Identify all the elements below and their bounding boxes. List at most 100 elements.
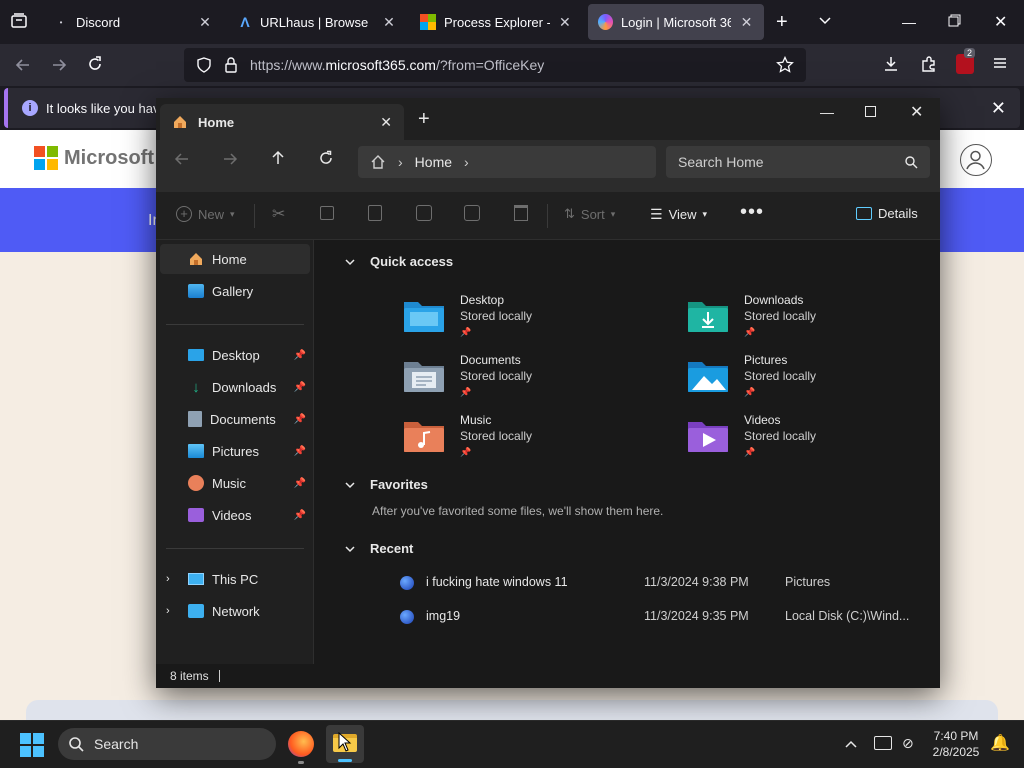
nav-item-music[interactable]: Music 📌 [160,468,310,498]
copy-icon[interactable] [320,206,334,220]
favorites-empty-text: After you've favorited some files, we'll… [372,504,664,518]
taskbar-search[interactable]: Search [58,728,276,760]
close-window-icon[interactable]: ✕ [910,102,923,122]
recent-row[interactable]: img19 11/3/2024 9:35 PM Local Disk (C:)\… [400,608,920,628]
search-input[interactable]: Search Home [666,146,930,178]
close-tab-icon[interactable]: ✕ [382,14,396,31]
chevron-up-icon[interactable] [844,737,858,751]
account-avatar-icon[interactable] [960,144,992,176]
forward-icon[interactable] [50,56,68,74]
nav-item-home[interactable]: Home [160,244,310,274]
nav-item-network[interactable]: › Network [160,596,310,626]
list-all-tabs-icon[interactable] [818,13,832,27]
quick-access-desktop[interactable]: Desktop Stored locally 📌 [402,292,532,340]
share-icon[interactable] [464,205,480,221]
nav-item-downloads[interactable]: ↓ Downloads 📌 [160,372,310,402]
minimize-icon[interactable]: — [820,104,834,120]
nav-item-pictures[interactable]: Pictures 📌 [160,436,310,466]
recent-row[interactable]: i fucking hate windows 11 11/3/2024 9:38… [400,574,920,594]
new-tab-button[interactable]: + [418,108,430,131]
ublock-origin-icon[interactable]: 2 [956,48,976,74]
tracking-protection-icon[interactable] [196,57,212,73]
delete-icon[interactable] [514,205,528,221]
pin-icon[interactable]: 📌 [294,478,306,489]
restore-icon[interactable] [948,14,961,27]
close-tab-icon[interactable]: ✕ [558,14,572,31]
browser-tab-process-explorer[interactable]: Process Explorer - Sysinternals ✕ [410,4,582,40]
paste-icon[interactable] [368,205,382,221]
network-tray-icon[interactable] [874,736,892,750]
quick-access-downloads[interactable]: Downloads Stored locally 📌 [686,292,816,340]
close-tab-icon[interactable]: ✕ [739,14,754,31]
maximize-icon[interactable] [865,106,876,117]
pin-icon[interactable]: 📌 [294,350,306,361]
microsoft-logo[interactable]: Microsoft [34,146,154,170]
file-date: 11/3/2024 9:38 PM [644,575,749,589]
search-icon[interactable] [904,155,918,169]
firefox-view-icon[interactable] [10,12,28,30]
clock[interactable]: 7:40 PM 2/8/2025 [928,728,984,760]
quick-access-header[interactable]: Quick access [344,254,453,269]
home-outline-icon[interactable] [370,154,386,170]
refresh-icon[interactable] [318,150,334,166]
details-button[interactable]: Details [856,206,918,221]
chevron-right-icon[interactable]: › [166,573,170,585]
browser-tab-microsoft365[interactable]: Login | Microsoft 365 Office ✕ [588,4,764,40]
pin-icon[interactable]: 📌 [294,510,306,521]
pin-icon[interactable]: 📌 [294,446,306,457]
close-window-icon[interactable]: ✕ [994,12,1007,32]
up-icon[interactable] [270,150,286,166]
new-button[interactable]: + New ▾ [176,206,235,222]
quick-access-documents[interactable]: Documents Stored locally 📌 [402,352,532,400]
firefox-taskbar-icon[interactable] [288,731,314,757]
extensions-icon[interactable] [920,55,938,73]
chevron-down-icon[interactable] [344,543,356,555]
chevron-down-icon[interactable] [344,479,356,491]
volume-muted-icon[interactable]: ⊘ [902,735,914,752]
rename-icon[interactable] [416,205,432,221]
favorites-header[interactable]: Favorites [344,477,428,492]
nav-item-this-pc[interactable]: › This PC [160,564,310,594]
pin-icon[interactable]: 📌 [294,414,306,425]
browser-tab-urlhaus[interactable]: Λ URLhaus | Browse ✕ [228,4,406,40]
nav-item-documents[interactable]: Documents 📌 [160,404,310,434]
cut-icon[interactable]: ✂ [272,204,285,224]
quick-access-music[interactable]: Music Stored locally 📌 [402,412,532,460]
explorer-tab-home[interactable]: Home ✕ [160,104,404,140]
back-icon[interactable] [14,56,32,74]
nav-item-gallery[interactable]: Gallery [160,276,310,306]
chevron-down-icon[interactable] [344,256,356,268]
back-icon[interactable] [174,151,190,167]
quick-access-pictures[interactable]: Pictures Stored locally 📌 [686,352,816,400]
chevron-right-icon[interactable]: › [166,605,170,617]
sort-button[interactable]: ⇅ Sort ▾ [564,206,615,222]
close-tab-icon[interactable]: ✕ [198,14,212,31]
close-notification-icon[interactable]: ✕ [991,98,1006,119]
notification-bell-icon[interactable]: 🔔 [990,733,1010,753]
windows-start-icon[interactable] [20,733,44,757]
url-bar[interactable]: https://www.microsoft365.com/?from=Offic… [184,48,806,82]
lock-icon[interactable] [224,57,238,73]
new-tab-button[interactable]: + [776,11,788,34]
recent-header[interactable]: Recent [344,541,413,556]
pin-icon[interactable]: 📌 [294,382,306,393]
view-button[interactable]: ☰ View ▾ [650,206,707,223]
nav-item-desktop[interactable]: Desktop 📌 [160,340,310,370]
forward-icon[interactable] [222,151,238,167]
bookmark-star-icon[interactable] [776,56,794,74]
reload-icon[interactable] [86,55,104,73]
menu-hamburger-icon[interactable] [992,55,1008,71]
chevron-right-icon[interactable]: › [464,154,469,170]
downloads-icon[interactable] [882,55,900,73]
more-options-icon[interactable]: ••• [740,201,764,224]
minimize-icon[interactable]: — [902,14,916,30]
breadcrumb-home[interactable]: Home [415,154,452,170]
music-folder-icon [404,422,444,452]
quick-access-videos[interactable]: Videos Stored locally 📌 [686,412,816,460]
nav-item-videos[interactable]: Videos 📌 [160,500,310,530]
browser-tab-discord[interactable]: • Discord ✕ [44,4,222,40]
close-tab-icon[interactable]: ✕ [380,114,392,131]
mouse-cursor-icon [338,732,352,752]
address-bar[interactable]: › Home › [358,146,656,178]
chevron-right-icon[interactable]: › [398,154,403,170]
